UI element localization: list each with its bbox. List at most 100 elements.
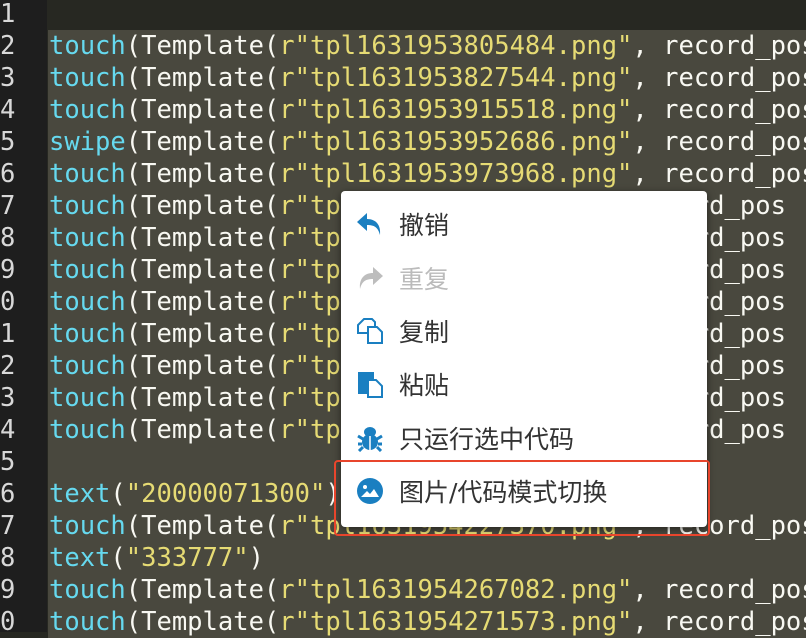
menu-item-label: 只运行选中代码 [399,425,575,454]
menu-item-label: 复制 [399,318,450,347]
plain-token: (Template( [125,223,280,253]
line-number: 8 [0,543,16,573]
code-line[interactable]: touch(Template(r"tpl1631954267082.png", … [0,574,806,606]
code-line[interactable]: touch(Template(r"tpl1631953915518.png", … [0,94,806,126]
string-token: "333777" [125,543,249,573]
function-token: touch [49,351,126,381]
code-text: text("333777") [48,542,806,574]
function-token: text [49,543,111,573]
function-token: touch [49,63,126,93]
bug-icon [355,423,385,453]
line-number: 2 [0,31,16,61]
line-number: 8 [0,223,16,253]
code-text: swipe(Template(r"tpl1631953952686.png", … [48,126,806,158]
plain-token: , record_pos [632,127,806,157]
menu-item-label: 图片/代码模式切换 [399,478,608,507]
string-token: r"tpl1631954271573.png" [279,607,633,637]
function-token: touch [49,31,126,61]
menu-item-copy[interactable]: 复制 [341,305,707,357]
plain-token: ) [248,543,264,573]
line-number: 3 [0,383,16,413]
plain-token: (Template( [125,127,280,157]
code-line[interactable]: touch(Template(r"tpl1631954271573.png", … [0,606,806,638]
menu-item-label: 撤销 [399,211,450,240]
function-token: swipe [49,127,126,157]
plain-token: (Template( [125,191,280,221]
menu-item-label: 重复 [399,265,450,294]
line-number: 1 [0,0,16,29]
code-text: touch(Template(r"tpl1631954271573.png", … [48,606,806,638]
plain-token: (Template( [125,415,280,445]
plain-token: (Template( [125,287,280,317]
context-menu: 撤销 重复 复制 粘贴 只运行选中代码 图片/代码模式切换 [341,191,707,527]
line-number: 0 [0,287,16,317]
function-token: touch [49,255,126,285]
plain-token: (Template( [125,95,280,125]
string-token: r"tpl1631953827544.png" [279,63,633,93]
plain-token: , record_pos [632,159,806,189]
line-number: 6 [0,479,16,509]
plain-token: (Template( [125,351,280,381]
plain-token: ) [325,479,341,509]
plain-token: (Template( [125,319,280,349]
plain-token: ( [110,479,126,509]
plain-token: , record_pos [632,607,806,637]
plain-token: (Template( [125,63,280,93]
menu-item-run-selected[interactable]: 只运行选中代码 [341,412,707,464]
plain-token: ( [110,543,126,573]
code-line[interactable]: touch(Template(r"tpl1631953805484.png", … [0,30,806,62]
plain-token: (Template( [125,383,280,413]
plain-token: (Template( [125,159,280,189]
plain-token: , record_pos [632,31,806,61]
image-icon [355,476,385,506]
function-token: touch [49,319,126,349]
function-token: touch [49,607,126,637]
string-token: r"tpl1631953805484.png" [279,31,633,61]
line-number: 6 [0,159,16,189]
line-number: 4 [0,95,16,125]
string-token: r"tpl1631954267082.png" [279,575,633,605]
function-token: touch [49,511,126,541]
menu-item-label: 粘贴 [399,371,450,400]
function-token: touch [49,223,126,253]
menu-item-toggle-image-code-mode[interactable]: 图片/代码模式切换 [341,465,707,517]
function-token: text [49,479,111,509]
line-number: 2 [0,351,16,381]
line-number: 7 [0,511,16,541]
menu-item-redo[interactable]: 重复 [341,252,707,304]
undo-icon [355,209,385,239]
code-text: touch(Template(r"tpl1631953827544.png", … [48,62,806,94]
plain-token: , record_pos [632,95,806,125]
plain-token: , record_pos [632,575,806,605]
menu-item-paste[interactable]: 粘贴 [341,358,707,410]
code-line[interactable]: touch(Template(r"tpl1631953973968.png", … [0,158,806,190]
code-line[interactable]: text("333777") 8 [0,542,806,574]
string-token: "20000071300" [125,479,326,509]
line-number: 5 [0,127,16,157]
line-number: 0 [0,607,16,637]
line-number: 3 [0,63,16,93]
function-token: touch [49,415,126,445]
menu-item-undo[interactable]: 撤销 [341,198,707,250]
plain-token: (Template( [125,607,280,637]
code-line[interactable]: touch(Template(r"tpl1631953827544.png", … [0,62,806,94]
line-number: 1 [0,319,16,349]
function-token: touch [49,95,126,125]
paste-icon [355,369,385,399]
redo-icon [355,263,385,293]
code-text: touch(Template(r"tpl1631954267082.png", … [48,574,806,606]
code-line[interactable]: swipe(Template(r"tpl1631953952686.png", … [0,126,806,158]
line-number: 7 [0,191,16,221]
code-line[interactable]: 1 [0,0,806,30]
function-token: touch [49,287,126,317]
string-token: r"tpl1631953973968.png" [279,159,633,189]
function-token: touch [49,383,126,413]
code-text: touch(Template(r"tpl1631953973968.png", … [48,158,806,190]
code-text: touch(Template(r"tpl1631953915518.png", … [48,94,806,126]
copy-icon [355,316,385,346]
line-number: 5 [0,447,16,477]
plain-token: (Template( [125,31,280,61]
line-number: 4 [0,415,16,445]
function-token: touch [49,159,126,189]
